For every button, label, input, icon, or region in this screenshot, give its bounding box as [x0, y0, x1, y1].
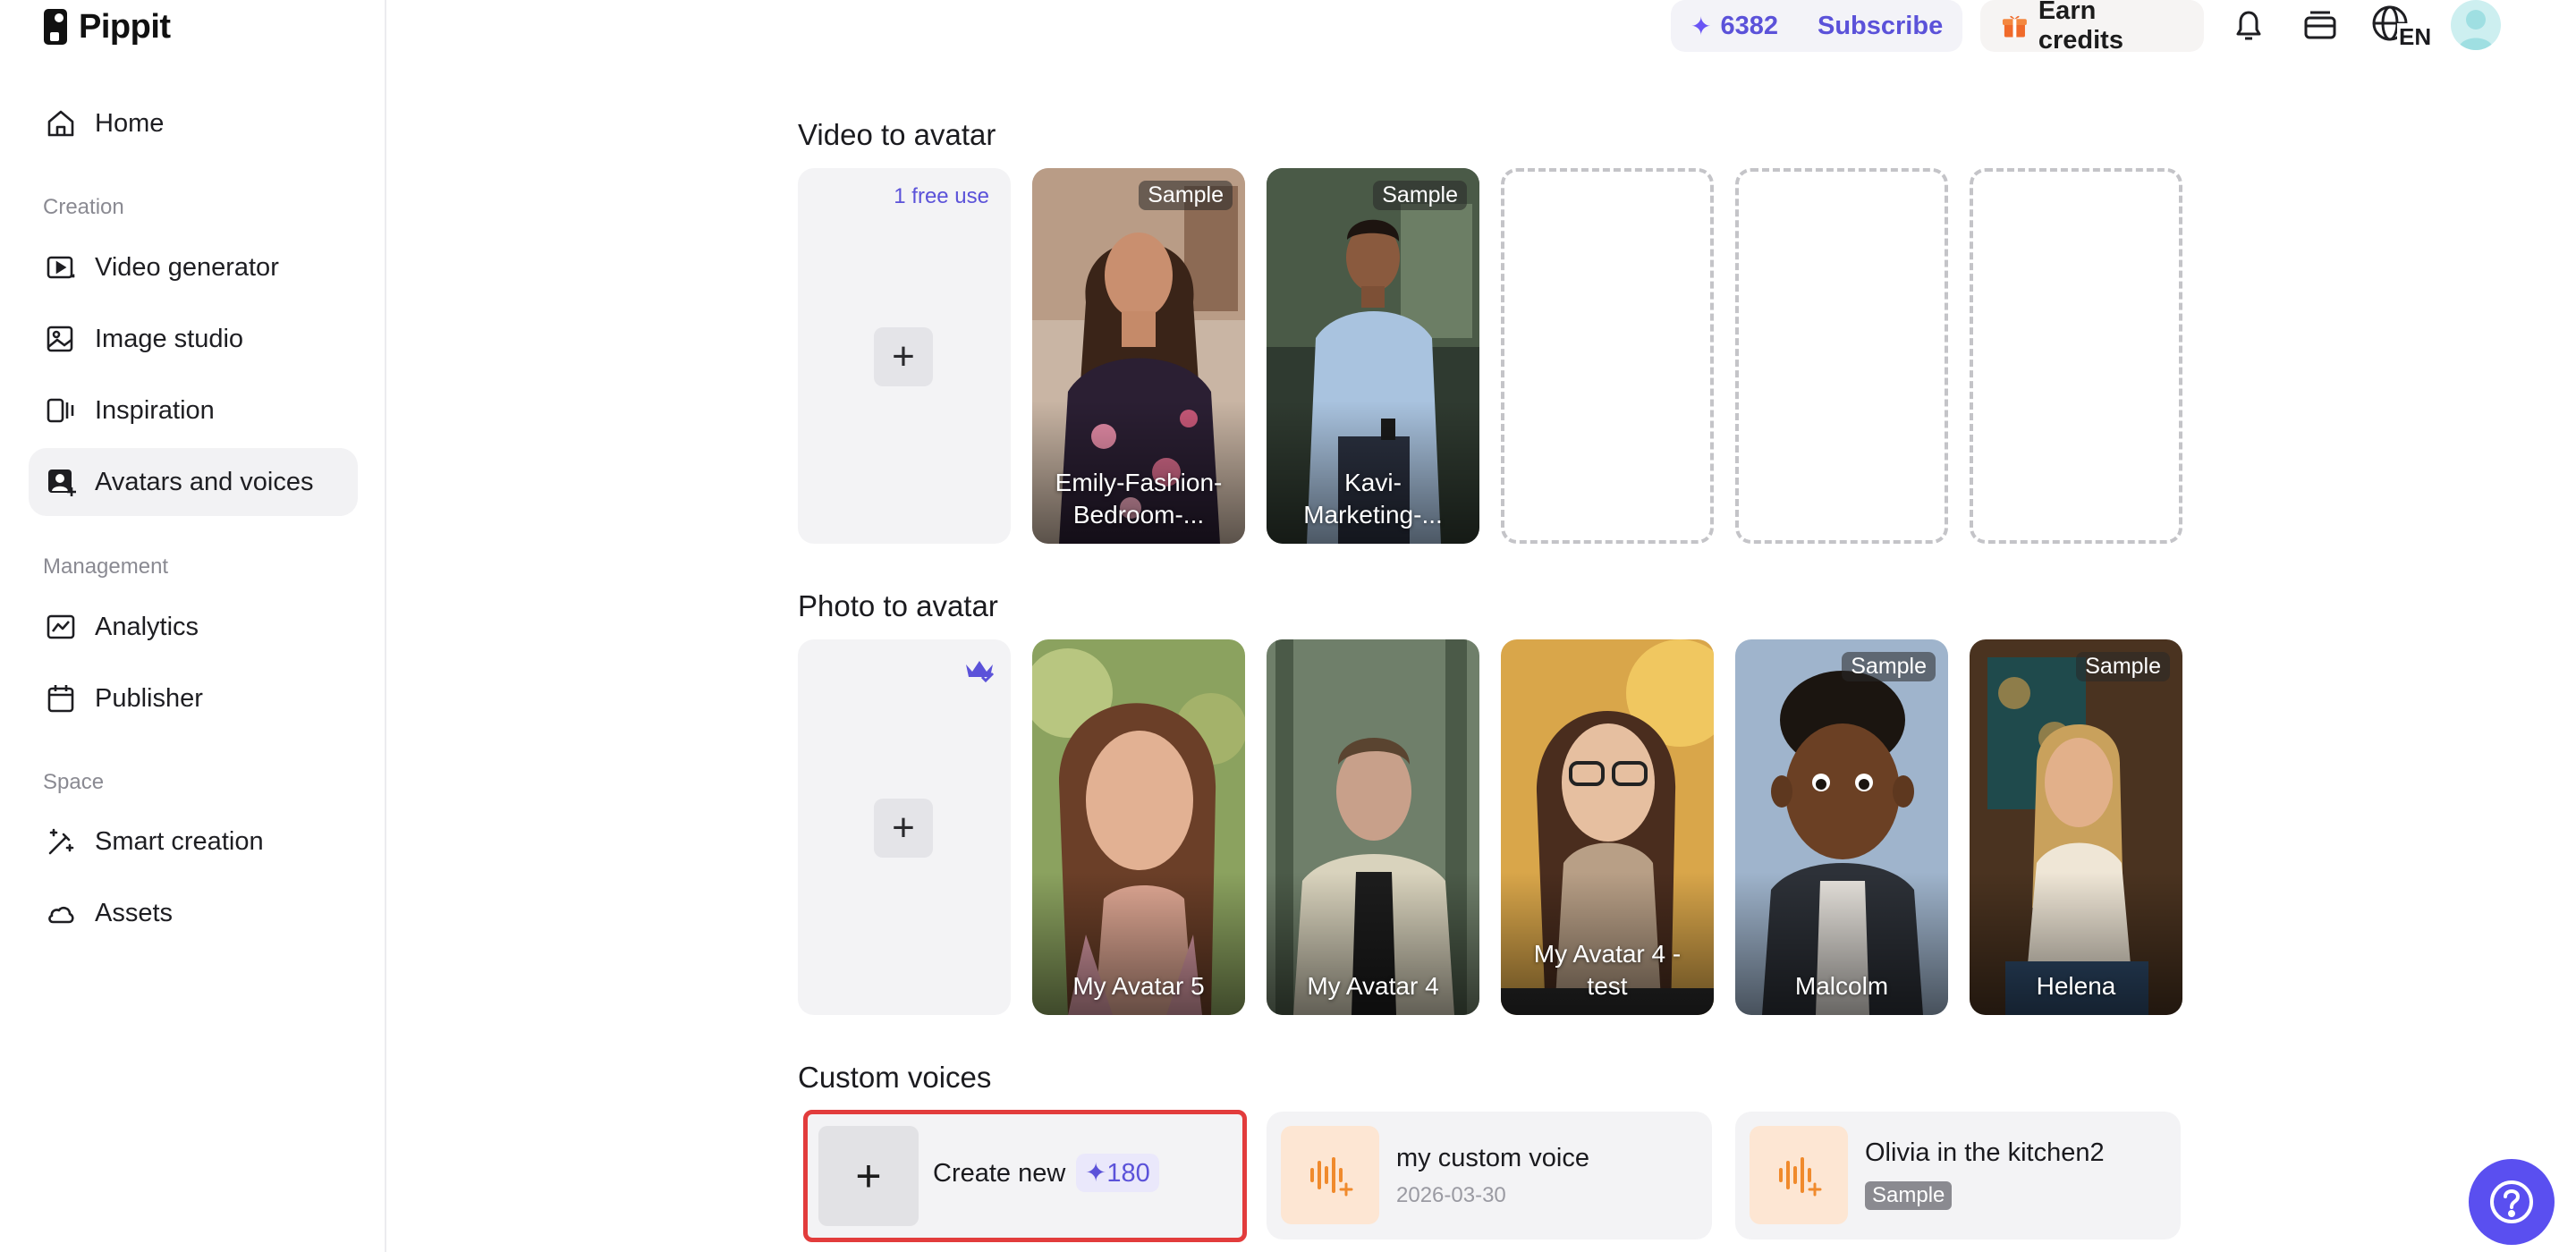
voice-name: Olivia in the kitchen2	[1865, 1138, 2105, 1167]
card-label: Kavi-Marketing-...	[1303, 469, 1443, 529]
video-avatar-card[interactable]: Sample Emily-Fashion-Bedroom-...	[1032, 168, 1245, 544]
card-label: My Avatar 5	[1072, 972, 1205, 1000]
sidebar-item-publisher[interactable]: Publisher	[29, 664, 358, 732]
section-space: Space	[43, 770, 105, 794]
card-label: My Avatar 4	[1307, 972, 1439, 1000]
help-button[interactable]	[2469, 1159, 2555, 1245]
avatars-icon	[48, 470, 76, 496]
user-avatar[interactable]	[2451, 0, 2501, 50]
plus-icon[interactable]: +	[874, 799, 933, 858]
sidebar-item-image-studio[interactable]: Image studio	[29, 305, 358, 373]
sample-badge: Sample	[2076, 652, 2170, 681]
credits-count: 6382	[1720, 11, 1778, 40]
sample-badge: Sample	[1842, 652, 1936, 681]
earn-credits-button[interactable]: Earn credits	[1980, 0, 2204, 55]
card-label: Malcolm	[1794, 972, 1889, 1000]
card-label: Helena	[2036, 972, 2116, 1000]
language-selector[interactable]: EN	[2370, 2, 2434, 52]
card-label: Emily-Fashion-Bedroom-...	[1055, 469, 1223, 529]
photo-avatar-card[interactable]: My Avatar 4	[1267, 639, 1479, 1015]
sidebar-item-inspiration[interactable]: Inspiration	[29, 376, 358, 444]
home-icon	[47, 110, 74, 137]
sidebar-item-smart-creation[interactable]: Smart creation	[29, 808, 358, 876]
photo-avatar-card[interactable]: Sample Helena	[1970, 639, 2182, 1015]
subscribe-button[interactable]: Subscribe	[1818, 12, 1943, 41]
video-generator-icon	[47, 256, 75, 279]
voice-thumbnail	[1750, 1126, 1848, 1224]
credit-cost-badge: ✦180	[1076, 1154, 1159, 1192]
empty-avatar-slot	[1501, 168, 1714, 544]
photo-avatar-card[interactable]: My Avatar 4 - test	[1501, 639, 1714, 1015]
section-title-video-to-avatar: Video to avatar	[798, 118, 996, 151]
voice-name: my custom voice	[1396, 1144, 1589, 1172]
sidebar-item-label: Home	[95, 108, 165, 138]
waveform-icon	[1310, 1157, 1353, 1197]
sidebar-item-avatars-and-voices[interactable]: Avatars and voices	[29, 448, 358, 516]
subscription-icon[interactable]	[2299, 4, 2342, 47]
sidebar-item-label: Inspiration	[95, 395, 215, 425]
create-new-label: Create new	[933, 1159, 1066, 1188]
image-studio-icon	[47, 326, 73, 352]
plus-icon: +	[818, 1126, 919, 1226]
calendar-icon	[47, 685, 74, 713]
credit-cost-value: 180	[1106, 1159, 1150, 1188]
voice-card[interactable]: my custom voice 2026-03-30	[1267, 1112, 1712, 1239]
pippit-logo-icon	[44, 9, 67, 45]
earn-credits-label: Earn credits	[2038, 0, 2123, 55]
bell-icon[interactable]	[2227, 4, 2270, 47]
sidebar: Pippit Home Creation Video generator Ima…	[0, 0, 386, 1252]
sidebar-item-label: Publisher	[95, 683, 203, 713]
credits-pill[interactable]: ✦ 6382 Subscribe	[1671, 0, 1962, 52]
create-new-voice-button[interactable]: + Create new ✦180	[803, 1110, 1247, 1242]
sidebar-item-assets[interactable]: Assets	[29, 879, 358, 947]
section-management: Management	[43, 554, 169, 579]
magic-wand-icon	[48, 828, 74, 855]
empty-avatar-slot	[1970, 168, 2182, 544]
app-name: Pippit	[79, 7, 171, 46]
question-icon	[2490, 1180, 2533, 1223]
plus-icon[interactable]: +	[874, 327, 933, 386]
analytics-icon	[47, 614, 75, 639]
sidebar-item-label: Video generator	[95, 252, 279, 282]
section-title-custom-voices: Custom voices	[798, 1061, 992, 1094]
sample-badge: Sample	[1865, 1181, 1953, 1210]
card-label: My Avatar 4 - test	[1533, 940, 1682, 1000]
section-title-photo-to-avatar: Photo to avatar	[798, 589, 998, 622]
sidebar-item-label: Smart creation	[95, 826, 264, 856]
gift-icon	[2002, 15, 2027, 38]
sidebar-item-video-generator[interactable]: Video generator	[29, 233, 358, 301]
free-use-badge: 1 free use	[894, 184, 989, 208]
sparkle-icon: ✦	[1085, 1159, 1107, 1188]
empty-avatar-slot	[1735, 168, 1948, 544]
video-avatar-card[interactable]: Sample Kavi-Marketing-...	[1267, 168, 1479, 544]
sample-badge: Sample	[1373, 181, 1467, 210]
sidebar-item-label: Analytics	[95, 612, 199, 641]
sidebar-item-label: Image studio	[95, 324, 244, 353]
voice-date: 2026-03-30	[1396, 1183, 1506, 1207]
sidebar-item-label: Avatars and voices	[95, 467, 314, 496]
sidebar-item-label: Assets	[95, 898, 174, 927]
app-logo[interactable]: Pippit	[43, 4, 171, 50]
section-creation: Creation	[43, 195, 124, 219]
photo-avatar-card[interactable]: Sample Malcolm	[1735, 639, 1948, 1015]
waveform-icon	[1779, 1157, 1822, 1197]
sidebar-item-analytics[interactable]: Analytics	[29, 593, 358, 661]
voice-thumbnail	[1281, 1126, 1379, 1224]
inspiration-icon	[47, 398, 74, 423]
sidebar-item-home[interactable]: Home	[29, 89, 358, 157]
photo-avatar-card[interactable]: My Avatar 5	[1032, 639, 1245, 1015]
user-avatar-icon	[2458, 10, 2494, 50]
voice-card[interactable]: Olivia in the kitchen2 Sample	[1735, 1112, 2181, 1239]
add-video-avatar-card[interactable]: 1 free use +	[798, 168, 1011, 544]
sparkle-icon: ✦	[1690, 12, 1712, 40]
crown-icon	[966, 661, 995, 683]
cloud-icon	[48, 906, 74, 924]
add-photo-avatar-card[interactable]: +	[798, 639, 1011, 1015]
sample-badge: Sample	[1139, 181, 1233, 210]
language-code: EN	[2397, 23, 2434, 51]
